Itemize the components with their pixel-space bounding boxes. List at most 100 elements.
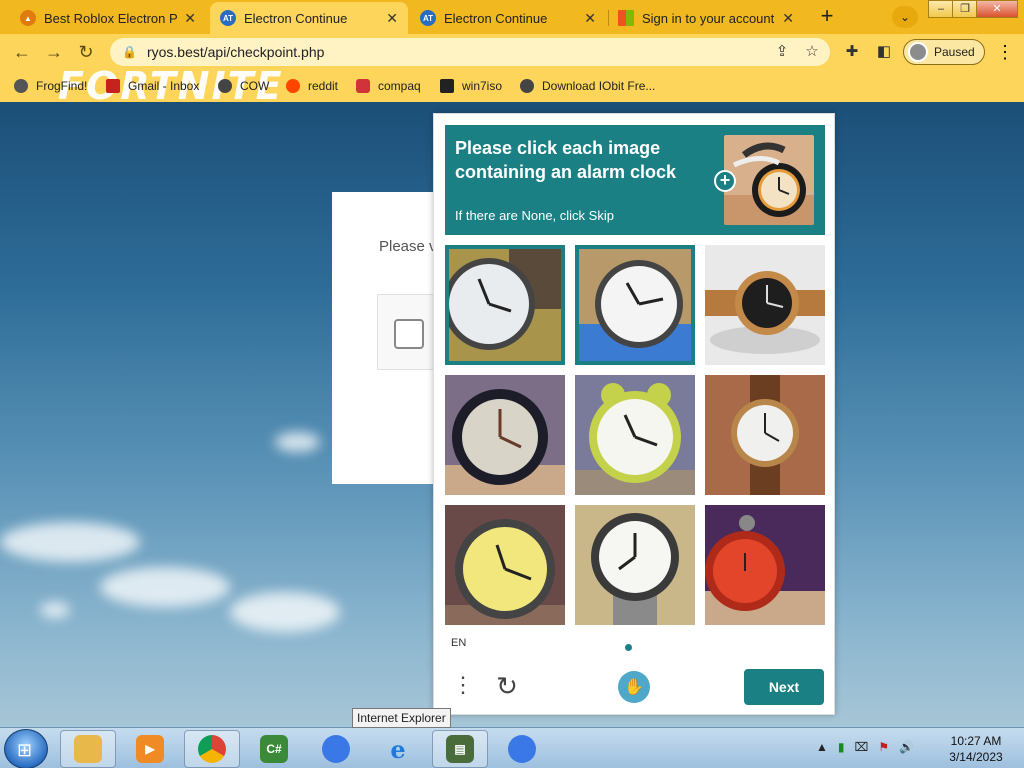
grid-image-5[interactable] xyxy=(575,375,695,495)
action-center-icon[interactable]: ⚑ xyxy=(878,740,889,758)
tab-label: Electron Continue xyxy=(244,10,348,26)
taskbar-csharp[interactable]: C# xyxy=(246,730,302,768)
captcha-dialog: Please click each image containing an al… xyxy=(433,113,835,715)
captcha-menu-button[interactable]: ⋮ xyxy=(452,670,474,702)
bookmark-frogfind[interactable]: FrogFind! xyxy=(14,76,87,96)
bookmark-win7iso[interactable]: win7iso xyxy=(440,76,502,96)
bookmark-label: reddit xyxy=(308,79,339,93)
cloud xyxy=(275,432,320,452)
grid-image-4[interactable] xyxy=(445,375,565,495)
grid-image-9[interactable] xyxy=(705,505,825,625)
address-bar[interactable]: 🔒 ryos.best/api/checkpoint.php xyxy=(110,38,830,66)
tab-electron-continue-active[interactable]: AT Electron Continue ✕ xyxy=(210,2,408,34)
next-button[interactable]: Next xyxy=(744,669,824,705)
verification-card: Please v xyxy=(332,192,443,484)
taskbar-roblox-1[interactable] xyxy=(308,730,364,768)
maximize-button[interactable]: ❐ xyxy=(952,0,978,18)
taskbar-roblox-2[interactable] xyxy=(494,730,550,768)
close-icon[interactable]: ✕ xyxy=(584,10,596,27)
compaq-icon xyxy=(356,79,370,93)
grid-image-6[interactable] xyxy=(705,375,825,495)
back-button[interactable]: ← xyxy=(10,40,34,64)
taskbar-chrome[interactable] xyxy=(184,730,240,768)
reddit-icon xyxy=(286,79,300,93)
grid-image-2[interactable] xyxy=(575,245,695,365)
microsoft-favicon-icon xyxy=(618,10,634,26)
internet-explorer-icon: e xyxy=(390,734,406,764)
windows-logo-icon: ⊞ xyxy=(17,740,33,760)
bookmark-cow[interactable]: COW xyxy=(218,76,269,96)
profile-button[interactable]: Paused xyxy=(903,39,985,65)
bookmark-gmail[interactable]: Gmail - Inbox xyxy=(106,76,199,96)
grid-image-7[interactable] xyxy=(445,505,565,625)
human-checkbox[interactable] xyxy=(394,319,424,349)
volume-icon[interactable]: 🔊 xyxy=(899,740,914,758)
globe-icon xyxy=(14,79,28,93)
roblox-chrome-icon xyxy=(508,735,536,763)
taskbar: ⊞ ▶ C# e ▤ ▲ ▮ ⌧ ⚑ 🔊 10:27 AM 3/14/2023 xyxy=(0,727,1024,768)
win7iso-icon xyxy=(440,79,454,93)
close-icon[interactable]: ✕ xyxy=(184,10,196,27)
bookmark-compaq[interactable]: compaq xyxy=(356,76,421,96)
clock-date: 3/14/2023 xyxy=(949,750,1003,764)
extensions-icon[interactable]: ✚ xyxy=(840,40,864,64)
close-window-button[interactable]: ✕ xyxy=(976,0,1018,18)
side-panel-icon[interactable]: ◧ xyxy=(872,40,896,64)
prompt-title: Please click each image containing an al… xyxy=(455,138,677,182)
tab-label: Sign in to your account xyxy=(642,10,775,26)
electron-favicon-icon: AT xyxy=(220,10,236,26)
bookmark-label: COW xyxy=(240,79,270,93)
roblox-chrome-icon xyxy=(322,735,350,763)
forward-button[interactable]: → xyxy=(42,40,66,64)
tooltip: Internet Explorer xyxy=(352,708,451,728)
new-tab-button[interactable]: + xyxy=(814,5,840,29)
refresh-icon[interactable]: ↻ xyxy=(492,671,522,701)
tab-label: Electron Continue xyxy=(444,10,548,26)
reload-button[interactable]: ↻ xyxy=(74,40,98,64)
battery-icon[interactable]: ▮ xyxy=(838,740,845,758)
grid-image-1[interactable] xyxy=(445,245,565,365)
close-icon[interactable]: ✕ xyxy=(386,10,398,27)
minimize-button[interactable]: – xyxy=(928,0,954,18)
profile-status: Paused xyxy=(934,45,975,59)
prompt-subtitle: If there are None, click Skip xyxy=(455,208,614,223)
page-indicator-dot xyxy=(625,644,632,651)
bookmark-reddit[interactable]: reddit xyxy=(286,76,338,96)
cloud xyxy=(230,592,340,632)
close-icon[interactable]: ✕ xyxy=(782,10,794,27)
tab-best-roblox[interactable]: ▲ Best Roblox Electron Prot ✕ xyxy=(10,2,206,34)
cloud xyxy=(0,522,140,562)
network-icon[interactable]: ⌧ xyxy=(855,740,869,758)
bookmark-label: Gmail - Inbox xyxy=(128,79,200,93)
show-hidden-icons-icon[interactable]: ▲ xyxy=(816,740,828,758)
language-selector[interactable]: EN xyxy=(451,637,466,649)
tab-sign-in[interactable]: Sign in to your account ✕ xyxy=(608,2,804,34)
task-manager-icon: ▤ xyxy=(446,735,474,763)
folder-icon xyxy=(74,735,102,763)
bookmark-iobit[interactable]: Download IObit Fre... xyxy=(520,76,655,96)
grid-image-8[interactable] xyxy=(575,505,695,625)
gmail-icon xyxy=(106,79,120,93)
taskbar-internet-explorer[interactable]: e xyxy=(370,730,426,768)
lock-icon[interactable]: 🔒 xyxy=(122,45,137,59)
grid-image-3[interactable] xyxy=(705,245,825,365)
taskbar-file-explorer[interactable] xyxy=(60,730,116,768)
bookmark-star-icon[interactable]: ☆ xyxy=(800,40,824,64)
share-icon[interactable]: ⇪ xyxy=(770,40,794,64)
cloud xyxy=(40,602,70,618)
taskbar-media-player[interactable]: ▶ xyxy=(122,730,178,768)
verification-prompt: Please v xyxy=(379,238,437,255)
browser-menu-button[interactable]: ⋮ xyxy=(996,40,1014,64)
globe-icon xyxy=(520,79,534,93)
expand-sample-button[interactable]: + xyxy=(714,170,736,192)
start-button[interactable]: ⊞ xyxy=(4,729,48,768)
clock[interactable]: 10:27 AM 3/14/2023 xyxy=(944,733,1008,765)
taskbar-task-manager[interactable]: ▤ xyxy=(432,730,488,768)
sample-image xyxy=(724,135,814,225)
tab-electron-continue[interactable]: AT Electron Continue ✕ xyxy=(410,2,606,34)
globe-icon xyxy=(218,79,232,93)
bookmarks-bar: FORTNITE FrogFind! Gmail - Inbox COW red… xyxy=(0,70,1024,102)
tab-bar: ▲ Best Roblox Electron Prot ✕ AT Electro… xyxy=(0,0,1024,34)
tab-search-button[interactable]: ⌄ xyxy=(892,6,918,28)
csharp-icon: C# xyxy=(260,735,288,763)
